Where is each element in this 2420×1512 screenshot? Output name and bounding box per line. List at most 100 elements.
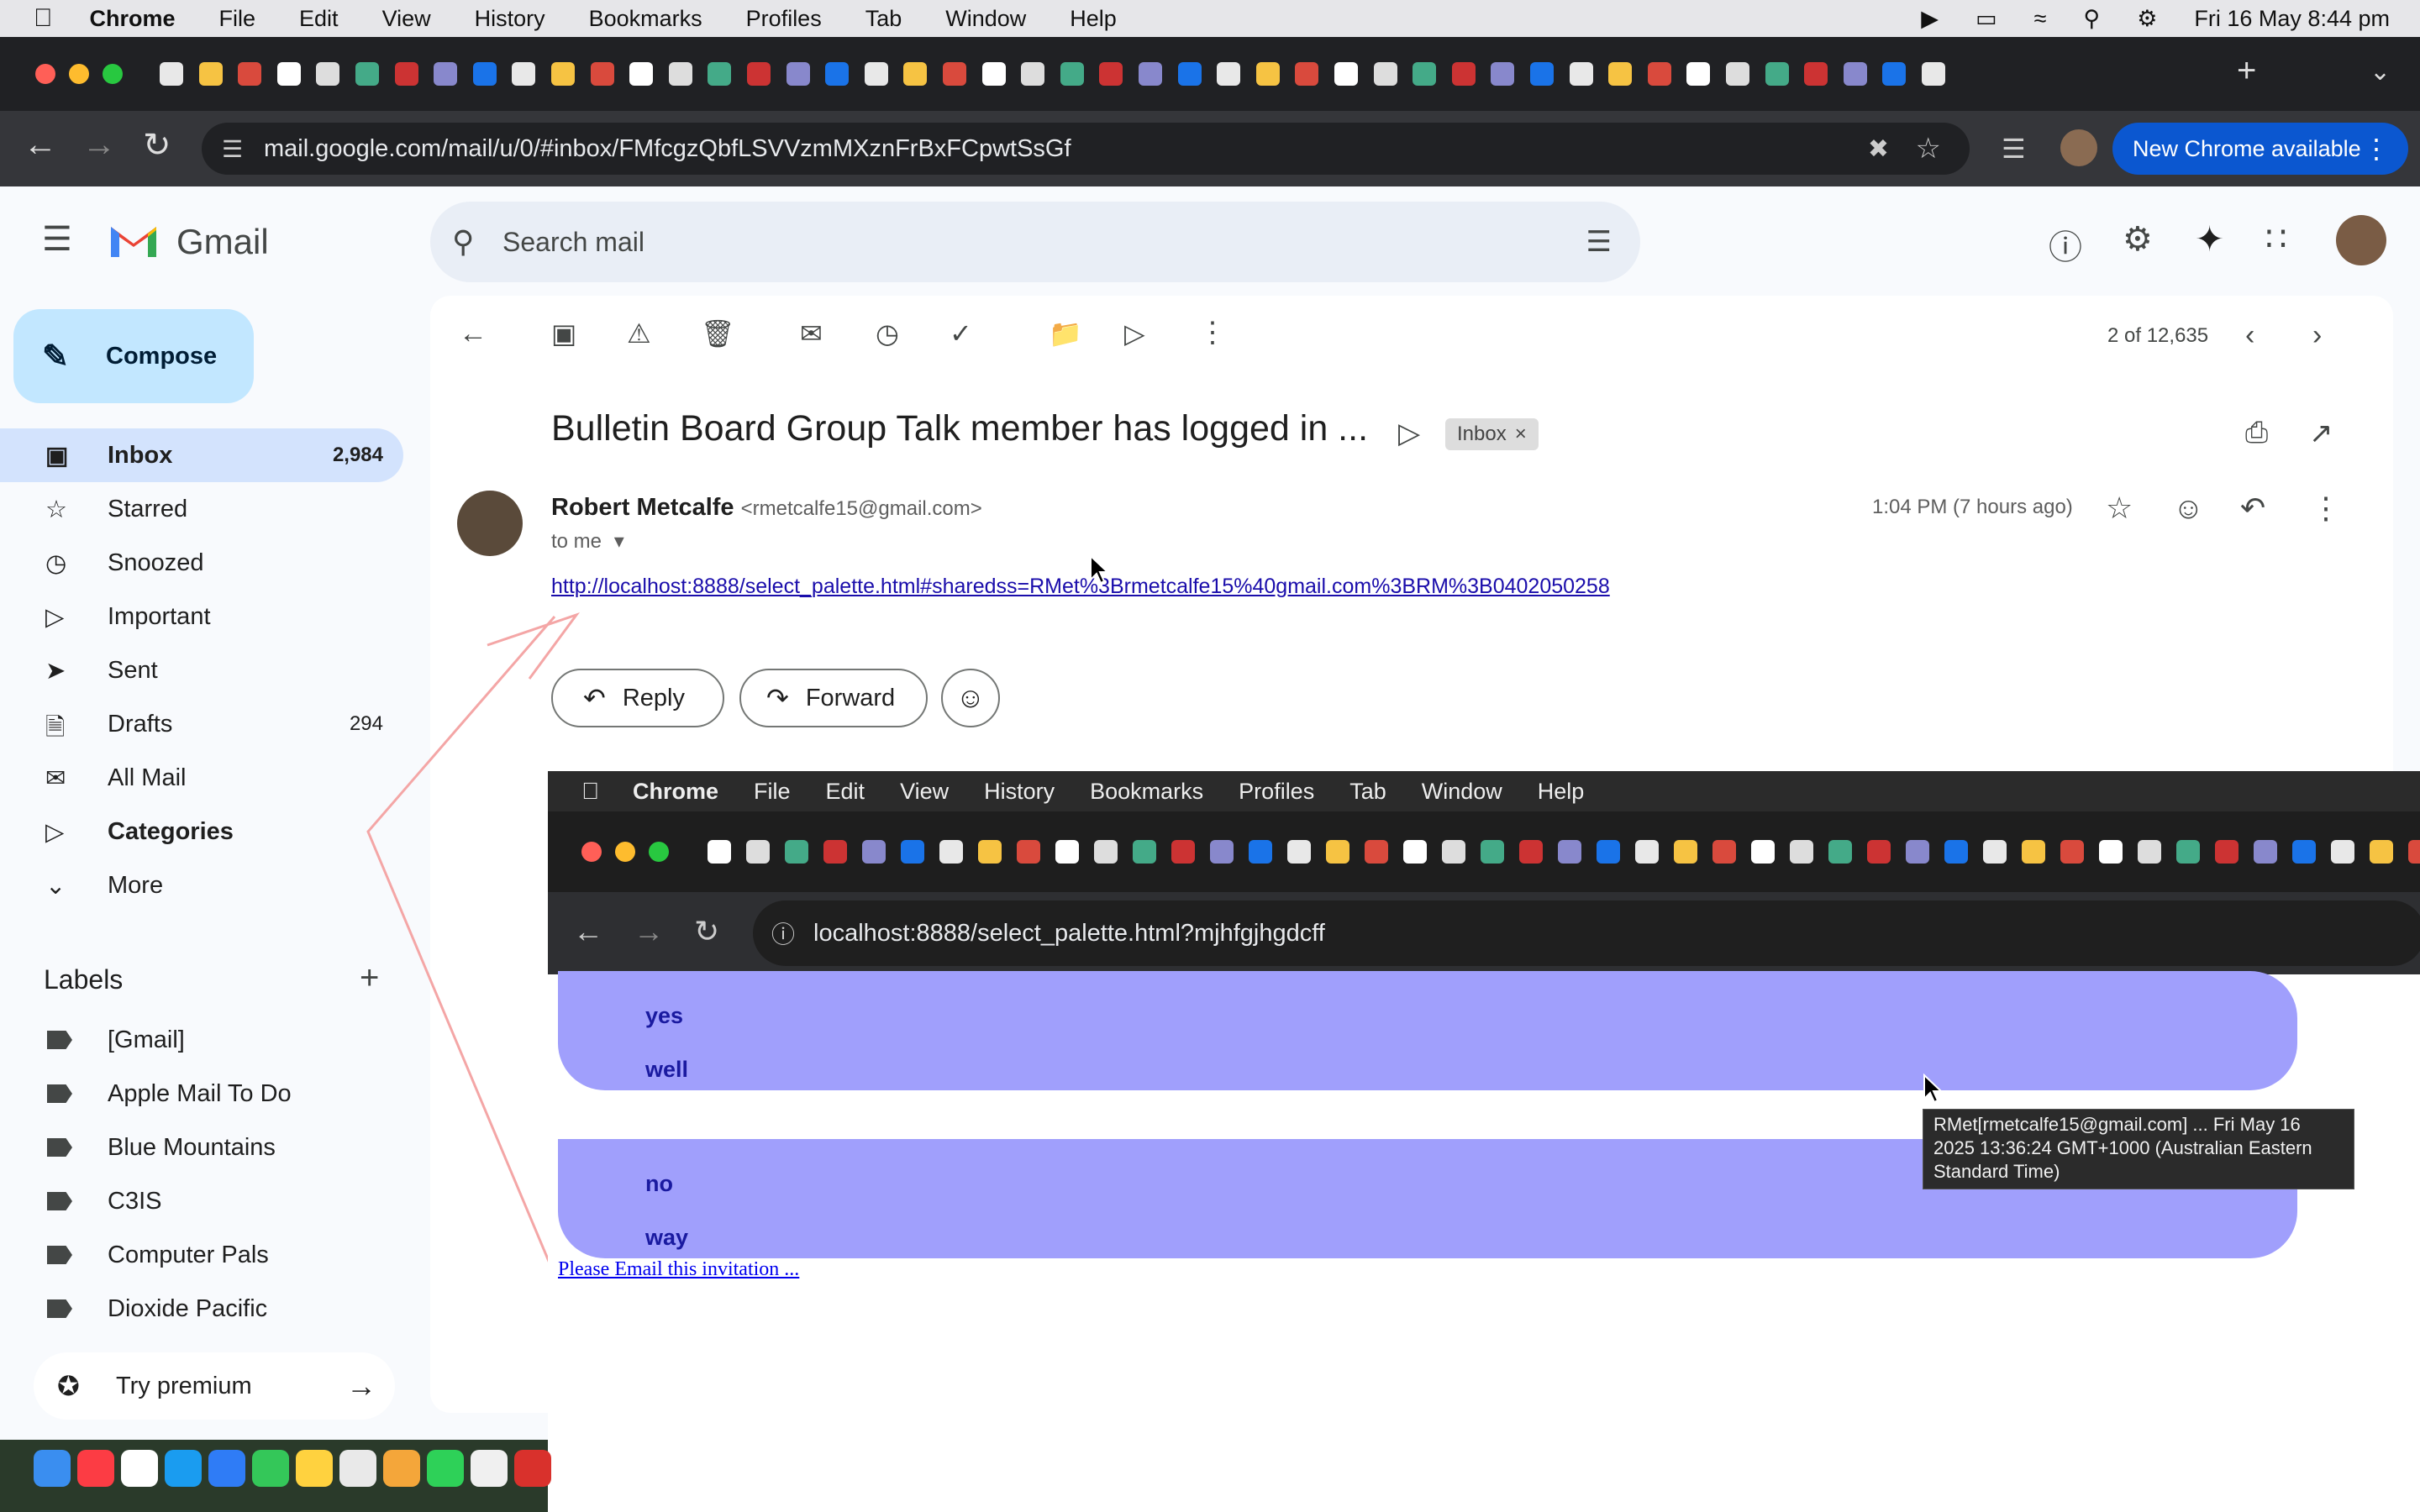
tab-favicon-icon[interactable]	[1804, 62, 1828, 86]
tab-favicon-icon[interactable]	[276, 62, 301, 86]
dock-app-icon[interactable]	[296, 1450, 333, 1487]
star-email-icon[interactable]: ☆	[2106, 491, 2133, 526]
new-chrome-button[interactable]: New Chrome available ⋮	[2112, 123, 2408, 175]
control-center-icon[interactable]: ⚙	[2137, 6, 2157, 32]
tab-favicon-icon[interactable]	[198, 62, 223, 86]
sidebar-item-inbox[interactable]: ▣ Inbox 2,984	[0, 428, 403, 482]
main-menu-icon[interactable]: ☰	[42, 220, 72, 259]
search-bar[interactable]: ⚲ Search mail ☰	[430, 202, 1640, 282]
profile-avatar[interactable]	[2060, 129, 2097, 166]
help-icon[interactable]: ⓘ	[2049, 220, 2082, 269]
tab-favicon-icon[interactable]	[590, 62, 614, 86]
tab-favicon-icon[interactable]	[434, 62, 458, 86]
eye-off-icon[interactable]: ✖	[1868, 134, 1889, 164]
search-icon[interactable]: ⚲	[2083, 6, 2100, 32]
tab-favicon-icon[interactable]	[1373, 62, 1397, 86]
sender-name[interactable]: Robert Metcalfe	[551, 494, 734, 521]
gmail-logo-icon[interactable]	[108, 220, 160, 260]
dock-app-icon[interactable]	[121, 1450, 158, 1487]
add-task-icon[interactable]: ✓	[950, 318, 980, 349]
sidebar-item-starred[interactable]: ☆ Starred	[0, 482, 403, 536]
menu-bookmarks[interactable]: Bookmarks	[589, 6, 702, 32]
tab-favicon-icon[interactable]	[1647, 62, 1671, 86]
tab-favicon-icon[interactable]	[747, 62, 771, 86]
emoji-reaction-button[interactable]: ☺	[941, 669, 1000, 727]
tab-favicon-icon[interactable]	[1177, 62, 1202, 86]
bookmark-star-icon[interactable]: ☆	[1916, 132, 1941, 165]
try-premium-button[interactable]: ✪ Try premium →	[34, 1352, 395, 1420]
snooze-icon[interactable]: ◷	[876, 318, 906, 349]
labels-icon[interactable]: ▷	[1124, 318, 1155, 349]
tab-favicon-icon[interactable]	[1060, 62, 1084, 86]
tab-favicon-icon[interactable]	[1686, 62, 1711, 86]
search-mail-icon[interactable]: ⚲	[452, 224, 474, 260]
tab-favicon-icon[interactable]	[316, 62, 340, 86]
label-item[interactable]: Blue Mountains	[0, 1121, 403, 1174]
address-bar[interactable]: ☰ mail.google.com/mail/u/0/#inbox/FMfcgz…	[202, 123, 1970, 175]
sidebar-item-snoozed[interactable]: ◷ Snoozed	[0, 536, 403, 590]
sidebar-item-all-mail[interactable]: ✉ All Mail	[0, 751, 403, 805]
tab-favicon-icon[interactable]	[238, 62, 262, 86]
search-options-icon[interactable]: ☰	[1586, 225, 1612, 259]
tab-favicon-icon[interactable]	[943, 62, 966, 86]
newer-icon[interactable]: ‹	[2245, 319, 2254, 352]
tab-favicon-icon[interactable]	[1295, 62, 1319, 86]
menu-tab[interactable]: Tab	[865, 6, 902, 32]
dock-app-icon[interactable]	[471, 1450, 508, 1487]
caret-down-icon[interactable]: ▾	[614, 530, 624, 553]
tab-favicon-icon[interactable]	[903, 62, 928, 86]
dock-app-icon[interactable]	[34, 1450, 71, 1487]
mark-unread-icon[interactable]: ✉	[800, 318, 830, 349]
tab-favicon-icon[interactable]	[1569, 62, 1593, 86]
importance-marker-icon[interactable]: ▷	[1398, 417, 1420, 450]
tab-favicon-icon[interactable]	[1451, 62, 1476, 86]
close-window-icon[interactable]	[35, 64, 55, 84]
tab-favicon-icon[interactable]	[551, 62, 575, 86]
recipient-line[interactable]: to me ▾	[551, 529, 624, 554]
apple-icon[interactable]: 	[34, 4, 53, 33]
dock-app-icon[interactable]	[427, 1450, 464, 1487]
sidebar-item-drafts[interactable]: 🗎 Drafts 294	[0, 697, 403, 751]
gmail-logo-text[interactable]: Gmail	[176, 222, 269, 262]
sidebar-item-sent[interactable]: ➤ Sent	[0, 643, 403, 697]
tab-favicon-icon[interactable]	[1334, 62, 1358, 86]
dock-app-icon[interactable]	[165, 1450, 202, 1487]
label-item[interactable]: Apple Mail To Do	[0, 1067, 403, 1121]
tab-favicon-icon[interactable]	[1491, 62, 1515, 86]
sidebar-item-categories[interactable]: ▷ Categories	[0, 805, 403, 858]
compose-button[interactable]: ✎ Compose	[13, 309, 254, 403]
tab-favicon-icon[interactable]	[668, 62, 692, 86]
tab-favicon-icon[interactable]	[708, 62, 732, 86]
tab-favicon-icon[interactable]	[1726, 62, 1749, 86]
tab-favicon-icon[interactable]	[1021, 62, 1045, 86]
new-tab-icon[interactable]: +	[2237, 52, 2256, 90]
label-item[interactable]: C3IS	[0, 1174, 403, 1228]
more-vert-icon[interactable]: ⋮	[2363, 133, 2390, 165]
apps-grid-icon[interactable]: ∷	[2265, 220, 2286, 259]
email-body-link[interactable]: http://localhost:8888/select_palette.htm…	[551, 575, 1610, 599]
tab-favicon-icon[interactable]	[1608, 62, 1633, 86]
tab-favicon-icon[interactable]	[1139, 62, 1162, 86]
more-message-icon[interactable]: ⋮	[2311, 491, 2341, 526]
back-icon[interactable]: ←	[24, 126, 57, 164]
site-info-icon[interactable]: ☰	[222, 135, 243, 163]
dock-app-icon[interactable]	[77, 1450, 114, 1487]
forward-icon[interactable]: →	[82, 126, 116, 164]
print-icon[interactable]: ⎙	[2245, 417, 2268, 449]
account-avatar[interactable]	[2336, 215, 2386, 265]
label-item[interactable]: Computer Pals	[0, 1228, 403, 1282]
tab-favicon-icon[interactable]	[355, 62, 379, 86]
menu-profiles[interactable]: Profiles	[746, 6, 822, 32]
tab-favicon-icon[interactable]	[825, 62, 850, 86]
tab-favicon-icon[interactable]	[394, 62, 418, 86]
wifi-icon[interactable]: ≈	[2034, 6, 2047, 32]
label-item[interactable]: Dioxide Pacific	[0, 1282, 403, 1336]
tab-search-icon[interactable]: ⌄	[2370, 57, 2391, 87]
older-icon[interactable]: ›	[2312, 319, 2322, 352]
open-new-window-icon[interactable]: ↗	[2309, 417, 2333, 450]
menu-view[interactable]: View	[382, 6, 431, 32]
sender-avatar[interactable]	[457, 491, 523, 556]
more-options-icon[interactable]: ⋮	[1198, 316, 1228, 349]
reload-icon[interactable]: ↻	[143, 126, 171, 165]
media-icon[interactable]: ☰	[2002, 133, 2026, 165]
